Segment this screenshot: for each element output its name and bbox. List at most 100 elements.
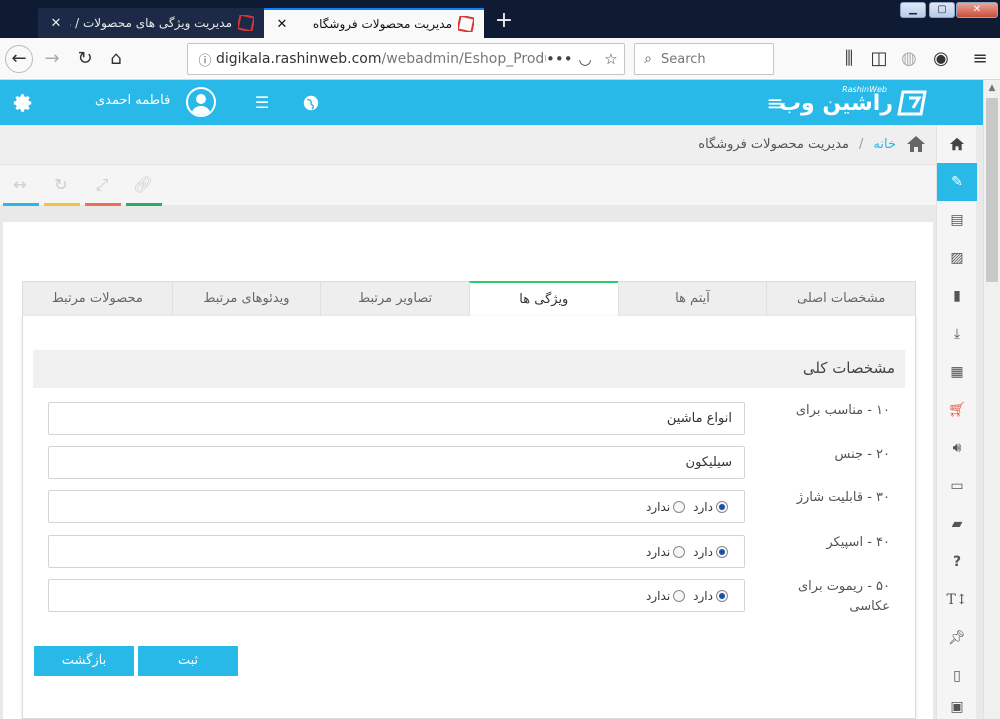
document-icon[interactable]: ▯ (937, 657, 977, 695)
search-input[interactable] (661, 51, 761, 67)
tab-title: مدیریت محصولات فروشگاه (312, 17, 452, 31)
question-icon[interactable]: ? (937, 543, 977, 581)
site-header: فاطمه احمدی ☰ ≡ راشین وب RashinWeb (0, 80, 983, 125)
gear-icon[interactable] (8, 88, 38, 118)
resize-horizontal-icon[interactable]: ↔ (2, 175, 39, 206)
browser-tab-strip: مدیریت ویژگی های محصولات / مدیر ✕ مدیریت… (0, 0, 1000, 38)
site-favicon-icon (238, 15, 254, 31)
server-icon[interactable]: ☰ (247, 88, 277, 118)
scroll-thumb[interactable] (986, 98, 998, 282)
globe-icon[interactable]: ◍ (896, 46, 922, 72)
account-icon[interactable]: ◉ (928, 46, 954, 72)
home-icon[interactable] (937, 125, 977, 163)
tab-related-videos[interactable]: ویدئوهای مرتبط (171, 282, 321, 316)
browser-search-box[interactable]: ⌕ (634, 43, 774, 75)
monitor-icon[interactable]: ▭ (937, 467, 977, 505)
admin-sidebar: ✎ ▤ ▨ ▮ ⤓ ▦ 🛒︎ 🔊︎ ▭ ▰ ? T↕ 📌︎ ▯ ▣ (936, 125, 977, 719)
home-icon[interactable] (906, 135, 926, 153)
library-icon[interactable]: ⫼ (836, 46, 862, 72)
material-input[interactable] (49, 447, 744, 478)
username[interactable]: فاطمه احمدی (95, 93, 170, 108)
tab-related-products[interactable]: محصولات مرتبط (23, 282, 172, 316)
tab-title: مدیریت ویژگی های محصولات / مدیر (70, 16, 232, 30)
hamburger-icon[interactable]: ≡ (967, 46, 993, 72)
news-icon[interactable]: ▤ (937, 201, 977, 239)
radio-button[interactable] (716, 501, 728, 513)
reload-icon[interactable]: ↻ (72, 46, 98, 72)
star-icon[interactable]: ☆ (598, 50, 624, 68)
tab-items[interactable]: آیتم ها (617, 282, 767, 316)
suitable-for-field[interactable] (48, 402, 745, 435)
maximize-icon[interactable]: ▢ (929, 2, 955, 18)
image-icon[interactable]: ▨ (937, 239, 977, 277)
material-field[interactable] (48, 446, 745, 479)
new-tab-plus-icon[interactable]: + (490, 8, 518, 36)
close-icon[interactable]: ✕ (48, 16, 64, 31)
radio-button[interactable] (673, 546, 686, 558)
browser-tab-attributes[interactable]: مدیریت ویژگی های محصولات / مدیر ✕ (38, 8, 264, 38)
url-bar[interactable]: ⓘ digikala.rashinweb.com/webadmin/Eshop_… (187, 43, 625, 75)
radio-no[interactable]: ندارد (646, 545, 686, 559)
suitable-for-input[interactable] (49, 403, 744, 434)
avatar[interactable] (186, 87, 216, 117)
expand-icon[interactable]: ⤢ (84, 175, 121, 206)
field-label: ۵۰ - ریموت برای عکاسی (797, 579, 890, 614)
radio-label: ندارد (646, 545, 671, 559)
back-button[interactable]: بازگشت (34, 646, 134, 676)
refresh-icon[interactable]: ↻ (43, 175, 80, 206)
tab-attributes[interactable]: ویژگی ها (468, 281, 618, 317)
arrow-right-icon[interactable]: → (39, 46, 65, 72)
tab-main-specs[interactable]: مشخصات اصلی (766, 282, 915, 316)
radio-yes[interactable]: دارد (693, 500, 728, 514)
link-icon[interactable]: 🔗︎ (125, 175, 162, 206)
browser-toolbar: ← → ↻ ⌂ ⓘ digikala.rashinweb.com/webadmi… (0, 38, 1000, 80)
site-favicon-icon (458, 16, 474, 32)
radio-label: ندارد (646, 589, 671, 603)
field-label: ۴۰ - اسپیکر (826, 535, 890, 550)
volume-icon[interactable]: 🔊︎ (937, 429, 977, 467)
file-icon[interactable]: ▮ (937, 277, 977, 315)
radio-button[interactable] (716, 546, 728, 558)
radio-no[interactable]: ندارد (646, 500, 686, 514)
brand-logo[interactable]: راشین وب RashinWeb (779, 85, 931, 121)
cart-icon[interactable]: 🛒︎ (937, 391, 977, 429)
url-text[interactable]: digikala.rashinweb.com/webadmin/Eshop_Pr… (216, 51, 546, 67)
tab-related-images[interactable]: تصاویر مرتبط (320, 282, 469, 316)
pin-icon[interactable]: 📌︎ (937, 619, 977, 657)
speaker-field: دارد ندارد (48, 535, 745, 568)
scroll-up-arrow-icon[interactable]: ▲ (984, 80, 1000, 97)
minimize-icon[interactable]: ▁ (900, 2, 926, 18)
close-icon[interactable]: ✕ (274, 17, 290, 32)
text-height-icon[interactable]: T↕ (937, 581, 977, 619)
window-close-icon[interactable]: ✕ (956, 2, 998, 18)
sidebar-icon[interactable]: ◫ (866, 46, 892, 72)
field-label: ۱۰ - مناسب برای (795, 403, 890, 418)
submit-button[interactable]: ثبت (138, 646, 238, 676)
pocket-icon[interactable]: ◡ (572, 50, 598, 68)
arrow-left-icon[interactable]: ← (5, 45, 33, 73)
home-icon[interactable]: ⌂ (103, 46, 129, 72)
brand-name: راشین وب (778, 90, 893, 116)
book-icon[interactable]: ▰ (937, 505, 977, 543)
radio-yes[interactable]: دارد (693, 545, 728, 559)
radio-label: ندارد (646, 500, 671, 514)
ellipsis-icon[interactable]: ••• (546, 50, 573, 68)
edit-icon[interactable]: ✎ (937, 163, 977, 201)
charging-field: دارد ندارد (48, 490, 745, 523)
film-icon[interactable]: ▦ (937, 353, 977, 391)
radio-button[interactable] (716, 590, 728, 602)
radio-button[interactable] (673, 501, 686, 513)
radio-label: دارد (693, 500, 713, 514)
browser-tab-products[interactable]: مدیریت محصولات فروشگاه ✕ (264, 8, 484, 38)
radio-no[interactable]: ندارد (646, 589, 686, 603)
radio-yes[interactable]: دارد (693, 589, 728, 603)
page-scrollbar[interactable]: ▲ (983, 80, 1000, 719)
globe-icon[interactable] (296, 88, 326, 118)
radio-button[interactable] (673, 590, 686, 602)
excel-icon[interactable]: ▣ (937, 695, 977, 719)
section-header: مشخصات کلی (33, 350, 905, 388)
download-icon[interactable]: ⤓ (937, 315, 977, 353)
info-icon[interactable]: ⓘ (194, 50, 216, 69)
breadcrumb-home-link[interactable]: خانه (873, 137, 896, 152)
product-tabs: مشخصات اصلی آیتم ها ویژگی ها تصاویر مرتب… (22, 281, 916, 317)
